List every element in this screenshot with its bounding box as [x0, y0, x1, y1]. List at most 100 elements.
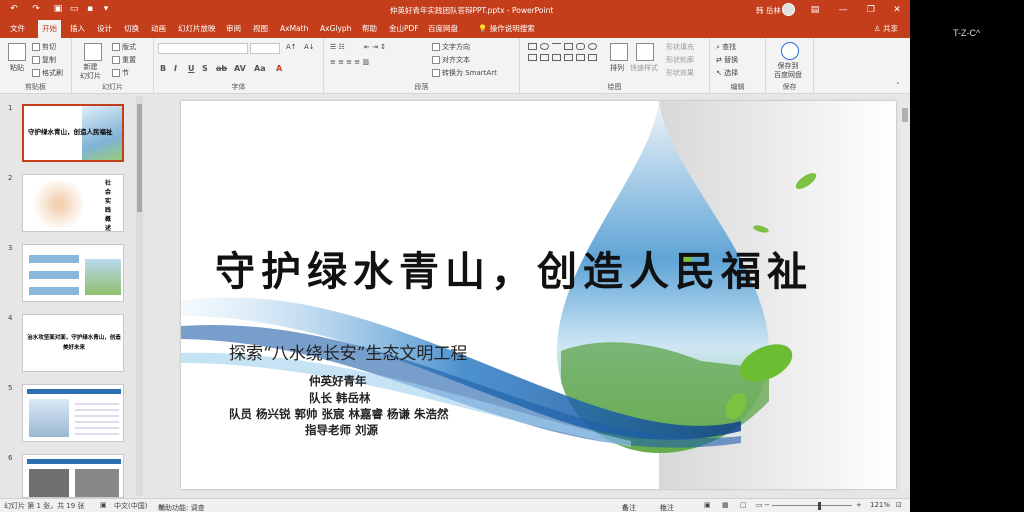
slide-subtitle[interactable]: 探索“八水绕长安”生态文明工程: [229, 339, 467, 364]
decrease-font-icon[interactable]: A↓: [304, 43, 315, 51]
tab-animations[interactable]: 动画: [147, 20, 170, 38]
thumbnail-slide-1[interactable]: 守护绿水青山，创造人民福祉: [22, 104, 124, 162]
text-direction-button[interactable]: 文字方向: [432, 42, 470, 52]
select-button[interactable]: ↖ 选择: [716, 68, 738, 78]
advisor-line[interactable]: 指导老师 刘源: [305, 422, 378, 438]
zoom-out-icon[interactable]: −: [764, 501, 770, 509]
new-slide-button[interactable]: 新建 幻灯片: [80, 63, 101, 81]
font-size-input[interactable]: [250, 43, 280, 54]
quick-styles-button[interactable]: 快速样式: [630, 63, 658, 73]
arrow-shape-icon[interactable]: [540, 54, 549, 61]
collapse-ribbon-icon[interactable]: ˄: [896, 82, 900, 90]
slide-scrollbar-thumb[interactable]: [902, 108, 908, 122]
ribbon-display-options-icon[interactable]: ▤: [808, 3, 822, 17]
tab-baidu-netdisk[interactable]: 百度网盘: [424, 20, 462, 38]
avatar[interactable]: [782, 3, 795, 16]
shadow-icon[interactable]: S: [202, 64, 208, 73]
paste-icon[interactable]: [8, 43, 26, 61]
team-members-line[interactable]: 队员 杨兴锐 郭帅 张宸 林嘉睿 杨谦 朱浩然: [229, 406, 449, 422]
slide-canvas[interactable]: 守护绿水青山，创造人民福祉 探索“八水绕长安”生态文明工程 仲英好青年 队长 韩…: [181, 101, 896, 489]
close-icon[interactable]: ✕: [890, 3, 904, 17]
share-button[interactable]: ♙ 共享: [874, 20, 898, 38]
callout-shape-icon[interactable]: [564, 54, 573, 61]
zoom-level[interactable]: 121%: [870, 501, 890, 509]
save-to-baidu-button[interactable]: 保存到 百度网盘: [774, 62, 802, 80]
rectangle-shape-icon[interactable]: [528, 43, 537, 50]
tab-view[interactable]: 视图: [249, 20, 272, 38]
spellcheck-icon[interactable]: ▣: [100, 501, 107, 509]
change-case-icon[interactable]: Aa: [254, 64, 266, 73]
new-slide-icon[interactable]: [84, 43, 102, 61]
replace-button[interactable]: ⇄ 替换: [716, 55, 738, 65]
arrange-button[interactable]: 排列: [610, 63, 624, 73]
team-name-line[interactable]: 仲英好青年: [309, 373, 367, 389]
star-shape-icon[interactable]: [552, 54, 561, 61]
paste-button[interactable]: 粘贴: [10, 63, 24, 73]
arrange-icon[interactable]: [610, 43, 628, 61]
tab-slideshow[interactable]: 幻灯片放映: [174, 20, 220, 38]
tab-review[interactable]: 审阅: [222, 20, 245, 38]
copy-button[interactable]: 复制: [32, 55, 56, 65]
zoom-slider[interactable]: [772, 505, 852, 506]
font-color-icon[interactable]: A: [276, 64, 282, 73]
bullets-icon[interactable]: ☰ ☷: [330, 43, 345, 51]
zoom-in-icon[interactable]: +: [856, 501, 862, 509]
customize-quick-access-icon[interactable]: ▾: [100, 3, 112, 15]
section-button[interactable]: 节: [112, 68, 129, 78]
tab-transitions[interactable]: 切换: [120, 20, 143, 38]
shape-outline-button[interactable]: 形状轮廓: [666, 55, 694, 65]
oval-shape-icon[interactable]: [540, 43, 549, 50]
print-icon[interactable]: ▭: [68, 3, 80, 15]
thumbnail-slide-2[interactable]: 社会实践概述: [22, 174, 124, 232]
thumbnail-slide-5[interactable]: [22, 384, 124, 442]
reset-button[interactable]: 重置: [112, 55, 136, 65]
slideshow-start-icon[interactable]: ▣: [52, 3, 64, 15]
tab-file[interactable]: 文件: [6, 20, 29, 38]
thumbnail-slide-4[interactable]: 治水攻坚面对面，守护绿水青山，创造美好未来: [22, 314, 124, 372]
reading-view-icon[interactable]: ▢: [740, 501, 747, 509]
quick-styles-icon[interactable]: [636, 43, 654, 61]
font-name-input[interactable]: [158, 43, 248, 54]
autosave-icon[interactable]: ↶: [8, 3, 20, 15]
thumbnail-slide-3[interactable]: [22, 244, 124, 302]
zoom-slider-knob[interactable]: [818, 502, 821, 510]
shape-fill-button[interactable]: 形状填充: [666, 42, 694, 52]
tab-axmath[interactable]: AxMath: [276, 20, 312, 38]
tab-home[interactable]: 开始: [38, 20, 61, 38]
thumbnail-scrollbar-thumb[interactable]: [137, 104, 142, 212]
format-painter-button[interactable]: 格式刷: [32, 68, 63, 78]
normal-view-icon[interactable]: ▣: [704, 501, 711, 509]
slideshow-view-icon[interactable]: ▭: [756, 501, 763, 509]
redo-icon[interactable]: ↷: [30, 3, 42, 15]
layout-button[interactable]: 版式: [112, 42, 136, 52]
align-text-button[interactable]: 对齐文本: [432, 55, 470, 65]
triangle-shape-icon[interactable]: [528, 54, 537, 61]
strikethrough-icon[interactable]: ab: [216, 64, 227, 73]
increase-font-icon[interactable]: A↑: [286, 43, 297, 51]
shape-effects-button[interactable]: 形状效果: [666, 68, 694, 78]
tab-axglyph[interactable]: AxGlyph: [316, 20, 355, 38]
team-leader-line[interactable]: 队长 韩岳林: [309, 390, 371, 406]
italic-icon[interactable]: I: [174, 64, 177, 73]
tab-design[interactable]: 设计: [93, 20, 116, 38]
textbox-shape-icon[interactable]: [564, 43, 573, 50]
fit-to-window-icon[interactable]: ⊡: [896, 501, 902, 509]
line-shape-icon[interactable]: [552, 43, 561, 50]
smartart-button[interactable]: 转换为 SmartArt: [432, 68, 497, 78]
minimize-icon[interactable]: —: [836, 3, 850, 17]
language-indicator[interactable]: 中文(中国): [114, 501, 147, 511]
bold-icon[interactable]: B: [160, 64, 166, 73]
indent-icons[interactable]: ⇤ ⇥ ↕: [364, 43, 386, 51]
tab-kingsoft-pdf[interactable]: 金山PDF: [385, 20, 423, 38]
rounded-rect-shape-icon[interactable]: [576, 43, 585, 50]
tell-me-search[interactable]: 💡 操作说明搜索: [474, 20, 539, 38]
save-icon[interactable]: ▪: [84, 3, 96, 15]
align-icons[interactable]: ≡ ≡ ≡ ≡ ▥: [330, 58, 369, 66]
baidu-cloud-icon[interactable]: [781, 42, 799, 60]
restore-icon[interactable]: ❐: [864, 3, 878, 17]
tab-help[interactable]: 帮助: [358, 20, 381, 38]
underline-icon[interactable]: U: [188, 64, 195, 73]
circle-shape-icon[interactable]: [588, 43, 597, 50]
cut-button[interactable]: 剪切: [32, 42, 56, 52]
slide-sorter-icon[interactable]: ▦: [722, 501, 729, 509]
